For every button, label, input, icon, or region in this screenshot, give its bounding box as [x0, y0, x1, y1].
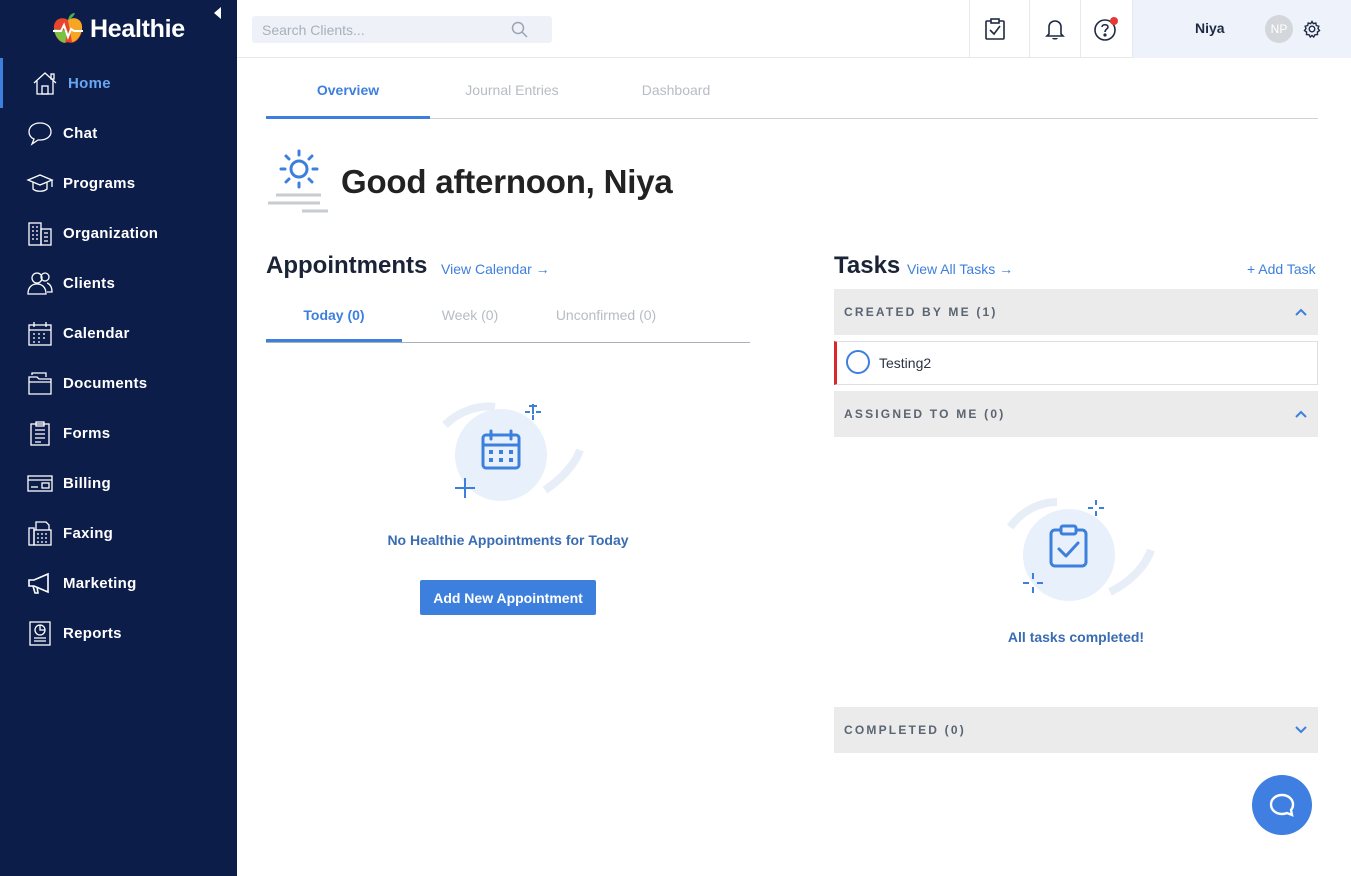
gear-icon[interactable] — [1303, 20, 1321, 38]
user-name: Niya — [1195, 20, 1225, 36]
sidebar-item-reports[interactable]: Reports — [0, 608, 237, 658]
appointment-tabs: Today (0) Week (0) Unconfirmed (0) — [266, 296, 750, 343]
sidebar-item-billing[interactable]: Billing — [0, 458, 237, 508]
sidebar-item-label: Organization — [63, 224, 159, 242]
sidebar-item-clients[interactable]: Clients — [0, 258, 237, 308]
sun-icon — [268, 149, 328, 213]
sidebar-item-label: Chat — [63, 124, 98, 142]
user-menu[interactable]: Niya NP — [1132, 0, 1351, 58]
megaphone-icon — [26, 569, 54, 597]
sidebar-item-faxing[interactable]: Faxing — [0, 508, 237, 558]
help-button[interactable] — [1080, 0, 1131, 58]
collapse-sidebar-icon[interactable] — [214, 7, 221, 19]
healthie-logo[interactable]: Healthie — [50, 8, 185, 50]
task-group-label: COMPLETED (0) — [844, 723, 966, 737]
sidebar-item-documents[interactable]: Documents — [0, 358, 237, 408]
bell-icon — [1045, 20, 1065, 40]
credit-card-icon — [26, 469, 54, 497]
calendar-icon — [26, 319, 54, 347]
sidebar-nav: Home Chat Programs Organization Clients — [0, 58, 237, 658]
chevron-up-icon[interactable] — [1294, 305, 1308, 319]
tab-today[interactable]: Today (0) — [266, 307, 402, 342]
support-chat-button[interactable] — [1252, 775, 1312, 835]
task-name: Testing2 — [879, 355, 932, 371]
tab-overview[interactable]: Overview — [266, 82, 430, 119]
folder-icon — [26, 369, 54, 397]
chat-bubble-icon — [1269, 793, 1295, 817]
all-tasks-completed-text: All tasks completed! — [1007, 629, 1145, 645]
clipboard-icon — [26, 419, 54, 447]
tab-dashboard[interactable]: Dashboard — [594, 82, 758, 119]
checklist-icon — [985, 18, 1005, 40]
logo-text: Healthie — [90, 14, 185, 43]
sidebar-item-label: Reports — [63, 624, 122, 642]
avatar[interactable]: NP — [1265, 15, 1293, 43]
sidebar-item-label: Clients — [63, 274, 116, 292]
fax-icon — [26, 519, 54, 547]
view-all-tasks-link[interactable]: View All Tasks → — [907, 261, 1013, 277]
apple-logo-icon — [50, 11, 86, 47]
sidebar-item-label: Marketing — [63, 574, 137, 592]
task-row[interactable]: Testing2 — [834, 341, 1318, 385]
sidebar-item-forms[interactable]: Forms — [0, 408, 237, 458]
chevron-up-icon[interactable] — [1294, 407, 1308, 421]
search-box — [252, 16, 552, 43]
sidebar-item-programs[interactable]: Programs — [0, 158, 237, 208]
search-icon[interactable] — [511, 21, 528, 38]
tab-journal-entries[interactable]: Journal Entries — [430, 82, 594, 119]
sidebar-item-label: Home — [68, 74, 111, 92]
notifications-button[interactable] — [1029, 0, 1080, 58]
sidebar-item-label: Faxing — [63, 524, 114, 542]
home-icon — [31, 69, 59, 97]
chevron-down-icon[interactable] — [1294, 723, 1308, 737]
task-group-label: ASSIGNED TO ME (0) — [844, 407, 1006, 421]
sidebar-item-calendar[interactable]: Calendar — [0, 308, 237, 358]
sidebar-item-label: Calendar — [63, 324, 130, 342]
add-new-appointment-button[interactable]: Add New Appointment — [420, 580, 596, 615]
sidebar-item-home[interactable]: Home — [0, 58, 237, 108]
add-task-link[interactable]: + Add Task — [1247, 261, 1316, 277]
building-icon — [26, 219, 54, 247]
calendar-illustration-icon — [442, 402, 584, 501]
view-calendar-link[interactable]: View Calendar → — [441, 261, 550, 277]
task-group-label: CREATED BY ME (1) — [844, 305, 998, 319]
report-icon — [26, 619, 54, 647]
task-group-assigned[interactable]: ASSIGNED TO ME (0) — [834, 391, 1318, 437]
sidebar-item-chat[interactable]: Chat — [0, 108, 237, 158]
sidebar-item-label: Billing — [63, 474, 111, 492]
help-icon — [1094, 17, 1118, 41]
chat-icon — [26, 119, 54, 147]
sidebar-item-label: Forms — [63, 424, 111, 442]
no-appointments-text: No Healthie Appointments for Today — [387, 532, 629, 548]
sidebar: Healthie Home Chat Programs Organization… — [0, 0, 237, 876]
sidebar-item-marketing[interactable]: Marketing — [0, 558, 237, 608]
tasks-shortcut-button[interactable] — [969, 0, 1020, 58]
main-tabs: Overview Journal Entries Dashboard — [266, 58, 1318, 119]
appointments-title: Appointments — [266, 252, 428, 279]
top-bar: Niya NP — [237, 0, 1351, 58]
task-group-created[interactable]: CREATED BY ME (1) — [834, 289, 1318, 335]
sidebar-item-label: Documents — [63, 374, 148, 392]
clipboard-illustration-icon — [1006, 498, 1155, 601]
sidebar-item-organization[interactable]: Organization — [0, 208, 237, 258]
task-group-completed[interactable]: COMPLETED (0) — [834, 707, 1318, 753]
task-complete-checkbox[interactable] — [846, 350, 870, 374]
greeting-heading: Good afternoon, Niya — [341, 163, 673, 200]
tab-unconfirmed[interactable]: Unconfirmed (0) — [538, 307, 674, 342]
graduation-cap-icon — [26, 169, 54, 197]
users-icon — [26, 269, 54, 297]
tab-week[interactable]: Week (0) — [402, 307, 538, 342]
sidebar-item-label: Programs — [63, 174, 136, 192]
search-input[interactable] — [252, 16, 502, 43]
tasks-title: Tasks — [834, 252, 901, 279]
